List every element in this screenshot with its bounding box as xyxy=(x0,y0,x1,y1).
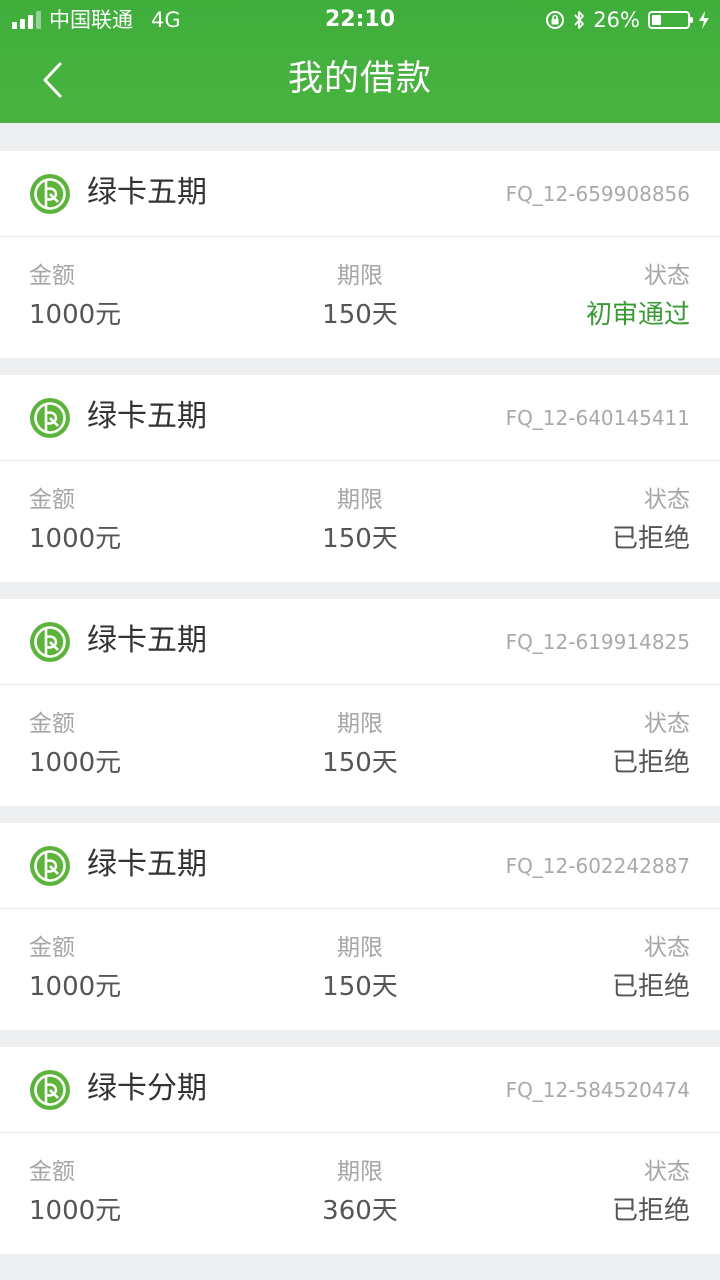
green-card-logo-icon xyxy=(30,622,70,662)
green-card-logo-icon xyxy=(30,846,70,886)
status-column: 状态 已拒绝 xyxy=(612,485,690,556)
loan-card-header: 绿卡分期 FQ_12-584520474 xyxy=(0,1047,720,1133)
loan-card-body: 金额 1000元 期限 360天 状态 已拒绝 xyxy=(0,1133,720,1254)
status-column: 状态 已拒绝 xyxy=(612,933,690,1004)
status-value: 已拒绝 xyxy=(611,972,690,1002)
page-title: 我的借款 xyxy=(287,59,432,99)
loan-card-header: 绿卡五期 FQ_12-659908856 xyxy=(0,151,720,237)
loan-card-body: 金额 1000元 期限 150天 状态 初审通过 xyxy=(0,237,720,358)
status-label: 状态 xyxy=(644,487,690,513)
loan-card-header: 绿卡五期 FQ_12-619914825 xyxy=(0,599,720,685)
loan-card-body: 金额 1000元 期限 150天 状态 已拒绝 xyxy=(0,461,720,582)
status-bar: 中国联通 4G 22:10 26% xyxy=(0,0,720,40)
battery-fill xyxy=(652,15,661,25)
status-value: 已拒绝 xyxy=(611,524,690,554)
status-label: 状态 xyxy=(644,263,690,289)
loan-list: 绿卡五期 FQ_12-659908856 金额 1000元 期限 150天 状态… xyxy=(0,151,720,1271)
loan-card[interactable]: 绿卡五期 FQ_12-619914825 金额 1000元 期限 150天 状态… xyxy=(0,599,720,806)
loan-card-header: 绿卡五期 FQ_12-640145411 xyxy=(0,375,720,461)
status-column: 状态 已拒绝 xyxy=(612,709,690,780)
green-card-logo-icon xyxy=(30,398,70,438)
loan-card[interactable]: 绿卡五期 FQ_12-640145411 金额 1000元 期限 150天 状态… xyxy=(0,375,720,582)
status-right: 26% xyxy=(545,6,710,34)
order-number: FQ_12-584520474 xyxy=(505,1078,690,1102)
nav-bar: 我的借款 xyxy=(0,40,720,123)
status-label: 状态 xyxy=(644,711,690,737)
app-header: 中国联通 4G 22:10 26% 我的借款 xyxy=(0,0,720,123)
loan-card-body: 金额 1000元 期限 150天 状态 已拒绝 xyxy=(0,685,720,806)
loan-card[interactable]: 绿卡五期 FQ_12-659908856 金额 1000元 期限 150天 状态… xyxy=(0,151,720,358)
order-number: FQ_12-640145411 xyxy=(505,406,690,430)
status-column: 状态 初审通过 xyxy=(586,261,690,332)
product-name: 绿卡五期 xyxy=(87,847,207,882)
green-card-logo-icon xyxy=(30,174,70,214)
order-number: FQ_12-602242887 xyxy=(505,854,690,878)
battery-icon xyxy=(648,11,693,29)
order-number: FQ_12-619914825 xyxy=(505,630,690,654)
status-value: 已拒绝 xyxy=(611,748,690,778)
status-column: 状态 已拒绝 xyxy=(612,1157,690,1228)
order-number: FQ_12-659908856 xyxy=(505,182,690,206)
status-value: 初审通过 xyxy=(585,300,690,330)
product-name: 绿卡五期 xyxy=(87,623,207,658)
product-name: 绿卡五期 xyxy=(87,175,207,210)
loan-card-header: 绿卡五期 FQ_12-602242887 xyxy=(0,823,720,909)
loan-card-body: 金额 1000元 期限 150天 状态 已拒绝 xyxy=(0,909,720,1030)
status-value: 已拒绝 xyxy=(611,1196,690,1226)
rotation-lock-icon xyxy=(546,11,565,29)
status-label: 状态 xyxy=(644,935,690,961)
product-name: 绿卡分期 xyxy=(87,1071,207,1106)
green-card-logo-icon xyxy=(30,1070,70,1110)
product-name: 绿卡五期 xyxy=(87,399,207,434)
loan-card[interactable]: 绿卡分期 FQ_12-584520474 金额 1000元 期限 360天 状态… xyxy=(0,1047,720,1254)
charging-icon xyxy=(699,11,709,29)
status-label: 状态 xyxy=(644,1159,690,1185)
battery-percent: 26% xyxy=(593,8,640,32)
loan-card[interactable]: 绿卡五期 FQ_12-602242887 金额 1000元 期限 150天 状态… xyxy=(0,823,720,1030)
bluetooth-icon xyxy=(574,11,585,29)
